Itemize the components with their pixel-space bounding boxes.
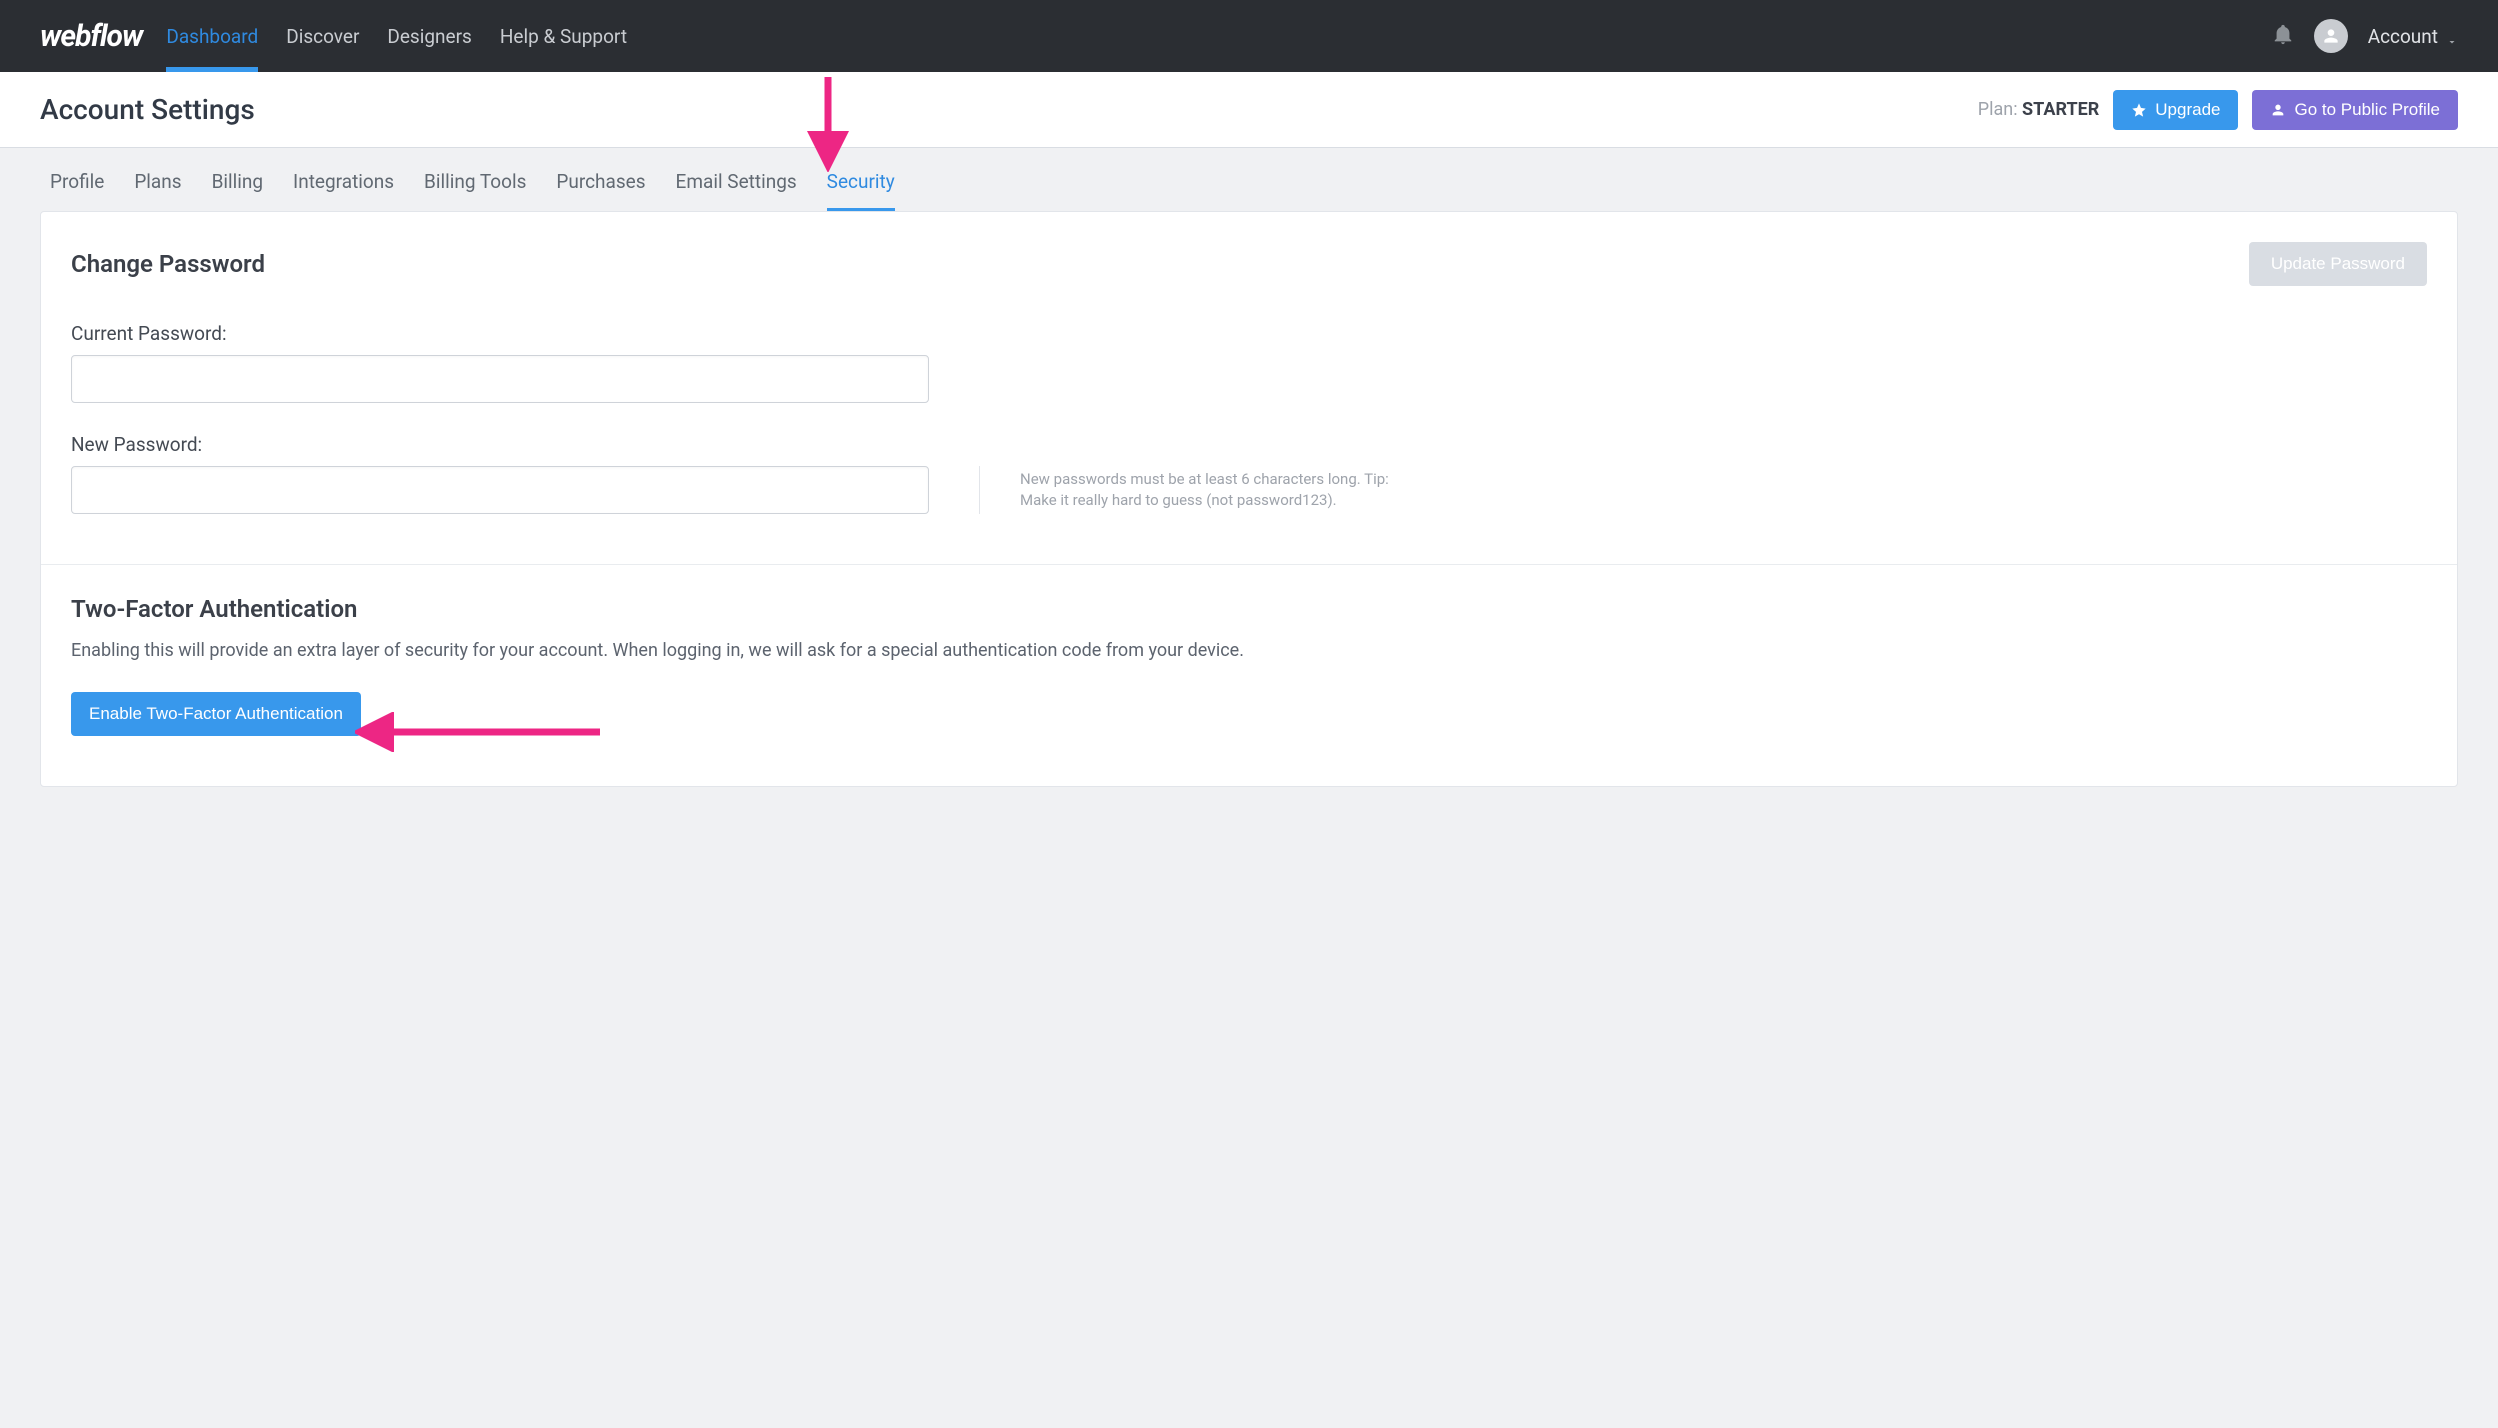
content-area: Change Password Update Password Current … <box>0 211 2498 827</box>
plan-indicator: Plan: STARTER <box>1978 99 2100 120</box>
nav-dashboard[interactable]: Dashboard <box>166 1 258 72</box>
chevron-down-icon <box>2446 30 2458 42</box>
page-header: Account Settings Plan: STARTER Upgrade G… <box>0 72 2498 148</box>
twofa-description: Enabling this will provide an extra laye… <box>71 637 2427 664</box>
person-icon <box>2270 102 2286 118</box>
tabs-container: Profile Plans Billing Integrations Billi… <box>0 148 2498 211</box>
password-section-title: Change Password <box>71 250 265 278</box>
upgrade-button[interactable]: Upgrade <box>2113 90 2238 130</box>
hint-divider <box>979 466 980 514</box>
nav-designers[interactable]: Designers <box>387 1 471 72</box>
topnav-right: Account <box>2272 19 2458 53</box>
page-title: Account Settings <box>40 93 255 126</box>
public-profile-button[interactable]: Go to Public Profile <box>2252 90 2458 130</box>
tab-purchases[interactable]: Purchases <box>556 148 645 211</box>
tab-billing[interactable]: Billing <box>212 148 263 211</box>
notifications-bell-icon[interactable] <box>2272 23 2294 49</box>
password-hint: New passwords must be at least 6 charact… <box>1020 469 1400 511</box>
tab-plans[interactable]: Plans <box>134 148 181 211</box>
enable-twofa-button[interactable]: Enable Two-Factor Authentication <box>71 692 361 736</box>
change-password-section: Change Password Update Password Current … <box>41 212 2457 564</box>
current-password-label: Current Password: <box>71 322 2427 345</box>
settings-card: Change Password Update Password Current … <box>40 211 2458 787</box>
two-factor-section: Two-Factor Authentication Enabling this … <box>41 564 2457 786</box>
tab-billing-tools[interactable]: Billing Tools <box>424 148 526 211</box>
tab-profile[interactable]: Profile <box>50 148 104 211</box>
tab-email-settings[interactable]: Email Settings <box>676 148 797 211</box>
nav-help-support[interactable]: Help & Support <box>500 1 627 72</box>
star-icon <box>2131 102 2147 118</box>
header-actions: Plan: STARTER Upgrade Go to Public Profi… <box>1978 90 2458 130</box>
nav-discover[interactable]: Discover <box>286 1 359 72</box>
tab-integrations[interactable]: Integrations <box>293 148 394 211</box>
update-password-button[interactable]: Update Password <box>2249 242 2427 286</box>
avatar-icon[interactable] <box>2314 19 2348 53</box>
top-navigation: webflow Dashboard Discover Designers Hel… <box>0 0 2498 72</box>
topnav-items: Dashboard Discover Designers Help & Supp… <box>166 1 2271 72</box>
new-password-row: New passwords must be at least 6 charact… <box>71 466 2427 514</box>
new-password-label: New Password: <box>71 433 2427 456</box>
current-password-input[interactable] <box>71 355 929 403</box>
new-password-input[interactable] <box>71 466 929 514</box>
settings-tabs: Profile Plans Billing Integrations Billi… <box>40 148 2458 211</box>
logo[interactable]: webflow <box>40 19 142 54</box>
account-menu[interactable]: Account <box>2368 25 2458 48</box>
tab-security[interactable]: Security <box>827 148 895 211</box>
new-password-field: New Password: New passwords must be at l… <box>71 433 2427 514</box>
twofa-title: Two-Factor Authentication <box>71 595 2427 623</box>
account-label: Account <box>2368 25 2438 48</box>
password-section-header: Change Password Update Password <box>71 242 2427 286</box>
current-password-field: Current Password: <box>71 322 2427 403</box>
